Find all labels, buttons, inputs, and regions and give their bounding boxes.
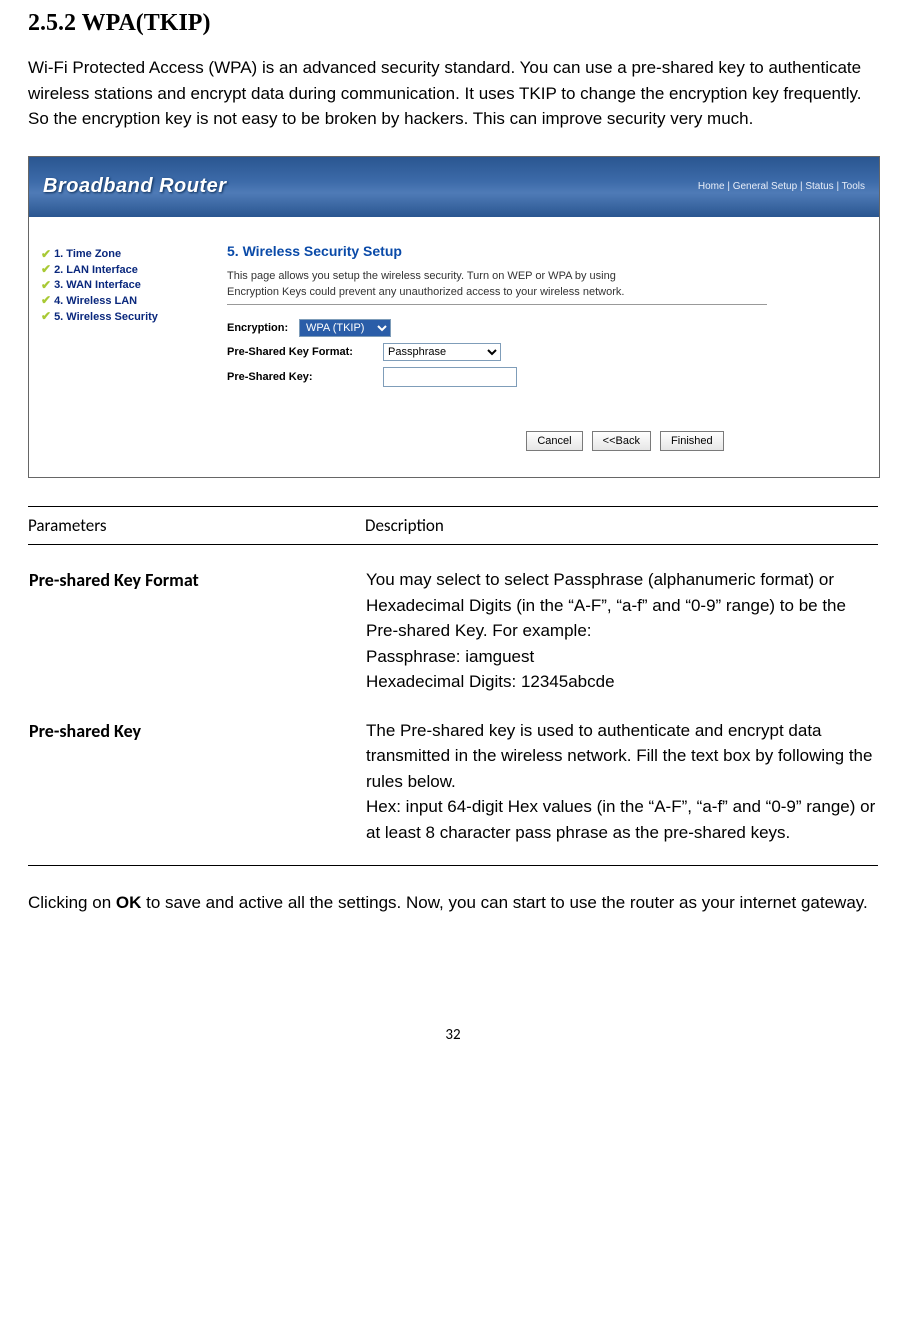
back-button[interactable]: <<Back <box>592 431 651 451</box>
closing-post: to save and active all the settings. Now… <box>141 893 867 912</box>
router-divider <box>227 304 767 305</box>
check-icon: ✔ <box>41 278 51 294</box>
table-header-description: Description <box>365 506 878 545</box>
table-header-row: Parameters Description <box>28 506 878 545</box>
finished-button[interactable]: Finished <box>660 431 724 451</box>
psk-input[interactable] <box>383 367 517 387</box>
sidebar-item-label: 3. WAN Interface <box>54 278 141 292</box>
check-icon: ✔ <box>41 262 51 278</box>
parameters-table: Parameters Description Pre-shared Key Fo… <box>28 506 878 867</box>
page-number: 32 <box>28 1026 878 1044</box>
param-desc-psk: The Pre-shared key is used to authentica… <box>365 696 878 866</box>
sidebar-item-label: 5. Wireless Security <box>54 310 158 324</box>
router-top-nav[interactable]: Home | General Setup | Status | Tools <box>698 181 865 192</box>
router-screenshot: Broadband Router Home | General Setup | … <box>28 156 880 478</box>
psk-format-label: Pre-Shared Key Format: <box>227 346 383 358</box>
router-header: Broadband Router Home | General Setup | … <box>29 157 879 217</box>
psk-label: Pre-Shared Key: <box>227 371 383 383</box>
encryption-select[interactable]: WPA (TKIP) <box>299 319 391 337</box>
page-root: 2.5.2 WPA(TKIP) Wi-Fi Protected Access (… <box>0 0 906 1084</box>
sidebar-item-lan[interactable]: ✔2. LAN Interface <box>41 262 211 278</box>
router-main-panel: 5. Wireless Security Setup This page all… <box>211 217 879 477</box>
closing-pre: Clicking on <box>28 893 116 912</box>
sidebar-item-label: 4. Wireless LAN <box>54 294 137 308</box>
router-main-desc-2: Encryption Keys could prevent any unauth… <box>227 285 853 300</box>
router-main-heading: 5. Wireless Security Setup <box>227 243 853 259</box>
check-icon: ✔ <box>41 293 51 309</box>
sidebar-item-wsec[interactable]: ✔5. Wireless Security <box>41 309 211 325</box>
sidebar-item-timezone[interactable]: ✔1. Time Zone <box>41 247 211 263</box>
cancel-button[interactable]: Cancel <box>526 431 582 451</box>
section-heading: 2.5.2 WPA(TKIP) <box>28 10 878 37</box>
router-button-row: Cancel <<Back Finished <box>397 431 853 451</box>
router-brand-text: Broadband Router <box>43 175 227 198</box>
router-body: ✔1. Time Zone ✔2. LAN Interface ✔3. WAN … <box>29 217 879 477</box>
check-icon: ✔ <box>41 247 51 263</box>
check-icon: ✔ <box>41 309 51 325</box>
sidebar-item-wlan[interactable]: ✔4. Wireless LAN <box>41 293 211 309</box>
sidebar-item-label: 1. Time Zone <box>54 247 121 261</box>
intro-paragraph: Wi-Fi Protected Access (WPA) is an advan… <box>28 55 878 132</box>
table-row: Pre-shared Key The Pre-shared key is use… <box>28 696 878 866</box>
psk-row: Pre-Shared Key: <box>227 367 853 387</box>
param-name-pskformat: Pre-shared Key Format <box>28 545 365 696</box>
encryption-label: Encryption: <box>227 322 299 334</box>
sidebar-item-wan[interactable]: ✔3. WAN Interface <box>41 278 211 294</box>
router-main-desc-1: This page allows you setup the wireless … <box>227 269 853 284</box>
table-row: Pre-shared Key Format You may select to … <box>28 545 878 696</box>
psk-format-row: Pre-Shared Key Format: Passphrase <box>227 343 853 361</box>
closing-bold: OK <box>116 893 142 912</box>
encryption-row: Encryption: WPA (TKIP) <box>227 319 853 337</box>
router-sidebar: ✔1. Time Zone ✔2. LAN Interface ✔3. WAN … <box>29 217 211 477</box>
param-desc-pskformat: You may select to select Passphrase (alp… <box>365 545 878 696</box>
closing-paragraph: Clicking on OK to save and active all th… <box>28 890 878 916</box>
param-name-psk: Pre-shared Key <box>28 696 365 866</box>
sidebar-item-label: 2. LAN Interface <box>54 263 138 277</box>
table-header-parameters: Parameters <box>28 506 365 545</box>
psk-format-select[interactable]: Passphrase <box>383 343 501 361</box>
